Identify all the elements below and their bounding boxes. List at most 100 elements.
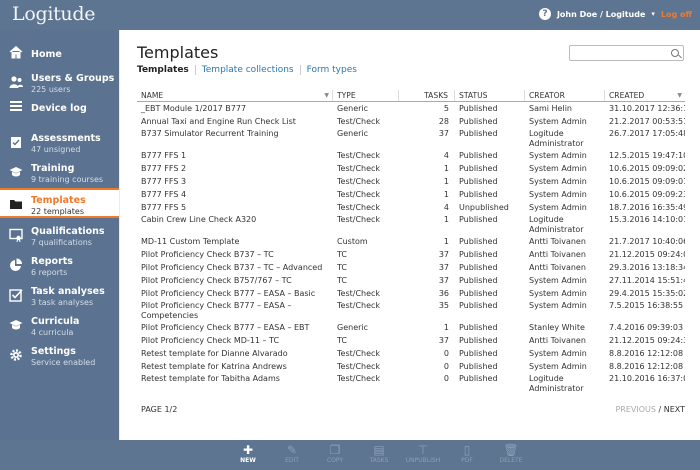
cell-status: Unpublished bbox=[459, 203, 509, 212]
cell-tasks: 37 bbox=[438, 336, 449, 345]
checkbox-icon bbox=[9, 289, 23, 302]
user-area: ? John Doe / Logitude ▾ Log off bbox=[538, 8, 692, 20]
cell-creator: Antti Toivanen bbox=[529, 250, 586, 259]
column-header-tasks[interactable]: TASKS bbox=[399, 90, 455, 101]
pdf-icon: ▯ bbox=[463, 443, 471, 457]
app-logo[interactable]: Logitude bbox=[12, 3, 95, 25]
cell-created: 21.12.2015 09:24:01 bbox=[609, 250, 685, 259]
sidebar-item-home[interactable]: Home bbox=[0, 38, 119, 68]
sidebar-item-reports[interactable]: Reports 6 reports bbox=[0, 251, 119, 281]
cell-name: Retest template for Dianne Alvarado bbox=[141, 349, 288, 358]
edit-button[interactable]: ✎ EDIT bbox=[272, 443, 312, 464]
sidebar-item-templates[interactable]: Templates 22 templates bbox=[0, 188, 119, 218]
table-row[interactable]: B737 Simulator Recurrent Training Generic… bbox=[137, 128, 685, 149]
sidebar-item-settings[interactable]: Settings Service enabled bbox=[0, 341, 119, 371]
table-row[interactable]: B777 FFS 5 Test/Check 4 Unpublished System A… bbox=[137, 201, 685, 214]
sidebar-item-sub: 47 unsigned bbox=[31, 145, 81, 154]
table-row[interactable]: Cabin Crew Line Check A320 Test/Check 1 Pub… bbox=[137, 214, 685, 235]
table-row[interactable]: Retest template for Tabitha Adams Test/Ch… bbox=[137, 373, 685, 394]
search-icon[interactable] bbox=[671, 49, 679, 57]
sidebar-item-device-log[interactable]: Device log bbox=[0, 92, 119, 122]
sidebar-item-task-analyses[interactable]: Task analyses 3 task analyses bbox=[0, 281, 119, 311]
table-row[interactable]: Pilot Proficiency Check B757/767 – TC TC 3… bbox=[137, 274, 685, 287]
table-row[interactable]: Pilot Proficiency Check B777 – EASA – Co… bbox=[137, 300, 685, 321]
cell-type: Test/Check bbox=[337, 177, 381, 186]
table-row[interactable]: Pilot Proficiency Check B777 – EASA – Ba… bbox=[137, 287, 685, 300]
cell-created: 8.8.2016 12:12:08 bbox=[609, 349, 684, 358]
table-row[interactable]: MD-11 Custom Template Custom 1 Published Ant… bbox=[137, 235, 685, 248]
sidebar-item-training[interactable]: Training 9 training courses bbox=[0, 158, 119, 188]
column-header-created[interactable]: CREATED ▼ bbox=[605, 90, 685, 101]
cell-created: 21.7.2017 10:40:06 bbox=[609, 237, 685, 246]
sidebar-item-assessments[interactable]: Assessments 47 unsigned bbox=[0, 128, 119, 158]
new-button[interactable]: ✚ NEW bbox=[228, 443, 268, 464]
table-row[interactable]: Retest template for Dianne Alvarado Test/… bbox=[137, 347, 685, 360]
table-row[interactable]: B777 FFS 2 Test/Check 1 Published System Adm… bbox=[137, 162, 685, 175]
unpublish-button[interactable]: ⊤ UNPUBLISH bbox=[403, 443, 443, 464]
column-header-type[interactable]: TYPE bbox=[333, 90, 399, 101]
table-row[interactable]: B777 FFS 4 Test/Check 1 Published System Adm… bbox=[137, 188, 685, 201]
table-row[interactable]: _EBT Module 1/2017 B777 Generic 5 Published… bbox=[137, 102, 685, 115]
sidebar-item-label: Settings bbox=[31, 346, 76, 357]
table-row[interactable]: B777 FFS 1 Test/Check 4 Published System Adm… bbox=[137, 149, 685, 162]
cell-tasks: 37 bbox=[438, 129, 449, 138]
help-icon[interactable]: ? bbox=[538, 8, 551, 20]
logoff-link[interactable]: Log off bbox=[661, 10, 692, 19]
cell-type: Test/Check bbox=[337, 151, 381, 160]
cell-status: Published bbox=[459, 215, 498, 224]
cell-status: Published bbox=[459, 129, 498, 138]
sidebar-item-curricula[interactable]: Curricula 4 curricula bbox=[0, 311, 119, 341]
cell-tasks: 0 bbox=[443, 374, 449, 383]
column-header-creator[interactable]: CREATOR bbox=[525, 90, 605, 101]
cell-tasks: 36 bbox=[438, 289, 449, 298]
cell-created: 29.3.2016 13:18:34 bbox=[609, 263, 685, 272]
cell-name: B777 FFS 4 bbox=[141, 190, 187, 199]
cell-name: Pilot Proficiency Check B777 – EASA – Ba… bbox=[141, 289, 316, 298]
search-box[interactable] bbox=[569, 45, 684, 61]
cell-status: Published bbox=[459, 190, 498, 199]
tasks-button[interactable]: ▤ TASKS bbox=[359, 443, 399, 464]
table-row[interactable]: Pilot Proficiency Check MD-11 – TC TC 37 Pu… bbox=[137, 334, 685, 347]
sidebar: Home Users & Groups 225 users Device log… bbox=[0, 30, 119, 440]
table-row[interactable]: Pilot Proficiency Check B737 – TC TC 37 Pub… bbox=[137, 248, 685, 261]
tab-templates[interactable]: Templates bbox=[137, 65, 196, 75]
sidebar-item-label: Qualifications bbox=[31, 226, 105, 237]
cell-created: 21.12.2015 09:24:36 bbox=[609, 336, 685, 345]
sidebar-item-qualifications[interactable]: Qualifications 7 qualifications bbox=[0, 221, 119, 251]
top-bar: Logitude ? John Doe / Logitude ▾ Log off bbox=[0, 0, 700, 30]
column-header-status[interactable]: STATUS bbox=[455, 90, 525, 101]
tab-form-types[interactable]: Form types bbox=[307, 65, 363, 75]
sort-icon[interactable]: ▼ bbox=[324, 90, 329, 101]
table-row[interactable]: Pilot Proficiency Check B737 – TC – Adva… bbox=[137, 261, 685, 274]
cell-creator: System Admin bbox=[529, 151, 587, 160]
cell-name: Annual Taxi and Engine Run Check List bbox=[141, 117, 296, 126]
cell-status: Published bbox=[459, 289, 498, 298]
cell-created: 18.7.2016 16:35:49 bbox=[609, 203, 685, 212]
cell-type: TC bbox=[337, 276, 348, 285]
cell-created: 12.5.2015 19:47:10 bbox=[609, 151, 685, 160]
tab-template-collections[interactable]: Template collections bbox=[202, 65, 301, 75]
cell-tasks: 0 bbox=[443, 349, 449, 358]
pdf-button[interactable]: ▯ PDF bbox=[447, 443, 487, 464]
sidebar-item-sub: 4 curricula bbox=[31, 328, 74, 337]
cell-status: Published bbox=[459, 362, 498, 371]
cell-creator: Logitude Administrator bbox=[529, 129, 584, 148]
cell-status: Published bbox=[459, 263, 498, 272]
cell-type: Test/Check bbox=[337, 349, 381, 358]
table-row[interactable]: B777 FFS 3 Test/Check 1 Published System Adm… bbox=[137, 175, 685, 188]
user-menu[interactable]: John Doe / Logitude bbox=[557, 10, 645, 19]
cell-name: _EBT Module 1/2017 B777 bbox=[141, 104, 247, 113]
column-header-name[interactable]: NAME ▼ bbox=[137, 90, 333, 101]
delete-button[interactable]: 🗑 DELETE bbox=[491, 443, 531, 464]
table-row[interactable]: Pilot Proficiency Check B777 – EASA – EB… bbox=[137, 321, 685, 334]
tasks-icon: ▤ bbox=[373, 443, 385, 457]
chevron-down-icon[interactable]: ▾ bbox=[651, 10, 655, 18]
cell-created: 21.2.2017 00:53:51 bbox=[609, 117, 685, 126]
table-row[interactable]: Annual Taxi and Engine Run Check List Tes… bbox=[137, 115, 685, 128]
next-link[interactable]: NEXT bbox=[664, 405, 685, 414]
sort-icon[interactable]: ▼ bbox=[677, 90, 682, 101]
cell-created: 7.4.2016 09:39:03 bbox=[609, 323, 684, 332]
search-input[interactable] bbox=[570, 46, 665, 60]
copy-button[interactable]: ❐ COPY bbox=[315, 443, 355, 464]
table-row[interactable]: Retest template for Katrina Andrews Test/… bbox=[137, 360, 685, 373]
